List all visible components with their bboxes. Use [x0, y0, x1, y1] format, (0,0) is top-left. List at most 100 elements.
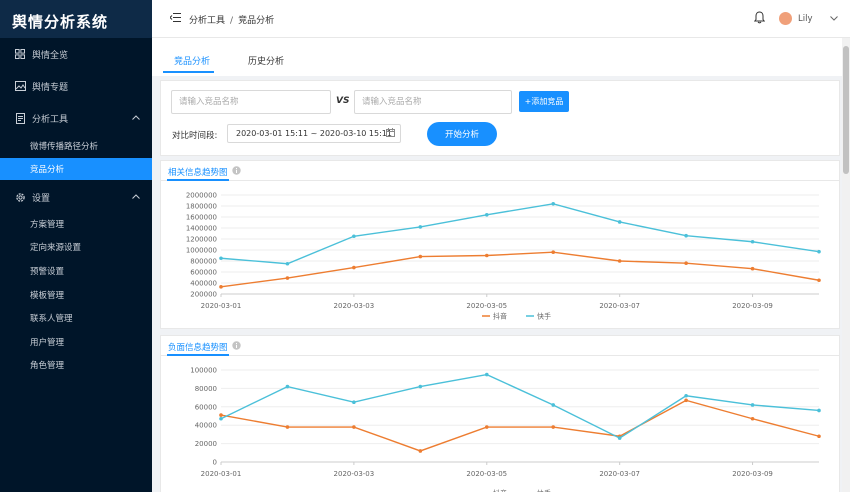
avatar[interactable] — [779, 12, 792, 25]
search-panel: VS +添加竞品 对比时间段: 2020-03-01 15:11 ~ 2020-… — [160, 80, 840, 156]
series-line — [220, 203, 820, 265]
x-tick-label: 2020-03-07 — [599, 470, 640, 478]
legend-label: 抖音 — [493, 312, 507, 321]
sidebar-item-topics[interactable]: 舆情专题 — [0, 74, 152, 98]
info-icon[interactable] — [232, 341, 241, 353]
sidebar-subitem-label: 用户管理 — [30, 338, 65, 348]
date-range-picker[interactable]: 2020-03-01 15:11 ~ 2020-03-10 15:11 — [227, 124, 401, 143]
sidebar-item-overview[interactable]: 舆情全览 — [0, 42, 152, 66]
image-icon — [14, 80, 26, 92]
sidebar-item-tools[interactable]: 分析工具 — [0, 106, 152, 130]
sidebar-subitem-label: 预警设置 — [30, 267, 65, 277]
chart-title-underline — [167, 354, 229, 356]
legend-label: 快手 — [537, 489, 551, 492]
x-tick-label: 2020-03-03 — [334, 470, 375, 478]
sidebar-item-settings[interactable]: 设置 — [0, 185, 152, 209]
data-point — [285, 276, 290, 280]
data-point — [219, 285, 223, 289]
data-point — [484, 253, 489, 258]
data-point — [484, 372, 489, 377]
data-point — [684, 398, 688, 403]
sidebar-subitem-label: 定向来源设置 — [30, 243, 82, 253]
breadcrumb-item[interactable]: 分析工具 — [189, 16, 225, 26]
legend-label: 抖音 — [493, 489, 507, 492]
data-point — [285, 425, 290, 429]
sidebar-subitem-label: 联系人管理 — [30, 314, 73, 324]
sidebar-subitem-templates[interactable]: 模板管理 — [0, 284, 152, 306]
x-tick-label: 2020-03-07 — [599, 302, 640, 310]
tab-competitor-analysis[interactable]: 竞品分析 — [174, 54, 210, 67]
data-point — [817, 249, 821, 254]
calendar-icon — [386, 128, 395, 139]
sidebar-subitem-plans[interactable]: 方案管理 — [0, 213, 152, 235]
data-point — [817, 278, 821, 283]
y-tick-label: 80000 — [195, 385, 217, 393]
x-axis-labels: 2020-03-01 2020-03-03 2020-03-05 2020-03-07… — [201, 294, 773, 310]
sidebar-subitem-roles[interactable]: 角色管理 — [0, 354, 152, 376]
chart-title-underline — [167, 179, 229, 181]
x-tick-label: 2020-03-09 — [732, 302, 773, 310]
chart-header: 负面信息趋势图 — [161, 336, 839, 356]
sidebar-subitem-competitor[interactable]: 竞品分析 — [0, 158, 152, 180]
y-axis-labels: 100000 80000 60000 40000 20000 0 — [190, 367, 217, 467]
competitor-a-input[interactable] — [171, 90, 331, 114]
data-point — [418, 225, 423, 229]
data-point — [817, 408, 821, 413]
related-trend-card: 相关信息趋势图 2000000 1800000 1600000 1400000 1200… — [160, 160, 840, 329]
info-icon[interactable] — [232, 166, 241, 178]
app-title: 舆情分析系统 — [0, 0, 152, 38]
y-tick-label: 600000 — [190, 269, 217, 277]
y-tick-label: 0 — [213, 459, 217, 467]
sidebar-subitem-weibo-path[interactable]: 微博传播路径分析 — [0, 135, 152, 157]
scrollbar-thumb[interactable] — [843, 46, 849, 174]
related-trend-chart: 2000000 1800000 1600000 1400000 1200000 10000… — [186, 192, 821, 321]
data-point — [418, 384, 423, 389]
add-competitor-button[interactable]: +添加竞品 — [519, 91, 569, 112]
sidebar-subitem-alerts[interactable]: 预警设置 — [0, 260, 152, 282]
data-point — [617, 220, 622, 224]
bell-icon[interactable] — [753, 11, 766, 27]
series-kuaishou — [219, 202, 821, 266]
tab-history-analysis[interactable]: 历史分析 — [248, 54, 284, 67]
data-point — [352, 265, 356, 270]
y-tick-label: 2000000 — [186, 192, 217, 200]
tab-active-indicator — [163, 71, 214, 73]
breadcrumb: 分析工具 / 竞品分析 — [189, 13, 274, 26]
menu-fold-icon[interactable] — [169, 13, 181, 25]
y-tick-label: 1000000 — [186, 247, 217, 255]
start-analysis-button[interactable]: 开始分析 — [427, 122, 497, 146]
data-point — [684, 233, 688, 238]
data-point — [484, 213, 489, 217]
data-point — [617, 259, 622, 263]
sidebar-subitem-sources[interactable]: 定向来源设置 — [0, 236, 152, 258]
competitor-b-input[interactable] — [354, 90, 512, 114]
x-axis-labels: 2020-03-01 2020-03-03 2020-03-05 2020-03-07… — [201, 462, 773, 478]
data-point — [684, 261, 688, 265]
sidebar-subitem-label: 模板管理 — [30, 291, 65, 301]
sidebar-subitem-contacts[interactable]: 联系人管理 — [0, 307, 152, 329]
data-point — [219, 256, 223, 261]
breadcrumb-separator: / — [230, 16, 234, 26]
data-point — [551, 250, 556, 254]
sidebar-subitem-label: 方案管理 — [30, 220, 65, 230]
negative-trend-chart: 1000008000060000400002000002020-03-01 202… — [190, 367, 821, 492]
data-point — [219, 413, 223, 417]
negative-trend-card: 负面信息趋势图 100000 80000 60000 40000 20000 0 2020-… — [160, 335, 840, 492]
y-tick-label: 100000 — [190, 367, 217, 375]
data-point — [285, 384, 290, 389]
chevron-down-icon[interactable] — [830, 14, 838, 24]
chart-gridlines — [221, 369, 819, 463]
y-tick-label: 1800000 — [186, 203, 217, 211]
sidebar-subitem-users[interactable]: 用户管理 — [0, 331, 152, 353]
top-header: 分析工具 / 竞品分析 Lily — [152, 0, 850, 38]
data-point — [418, 449, 423, 453]
tab-bar: 竞品分析 历史分析 — [152, 38, 842, 76]
data-point — [551, 202, 556, 206]
y-tick-label: 20000 — [195, 440, 217, 448]
y-tick-label: 40000 — [195, 422, 217, 430]
user-name[interactable]: Lily — [798, 14, 813, 24]
y-tick-label: 800000 — [190, 258, 217, 266]
page-scrollbar[interactable] — [842, 38, 850, 492]
x-tick-label: 2020-03-05 — [466, 470, 507, 478]
grid-icon — [14, 48, 26, 60]
